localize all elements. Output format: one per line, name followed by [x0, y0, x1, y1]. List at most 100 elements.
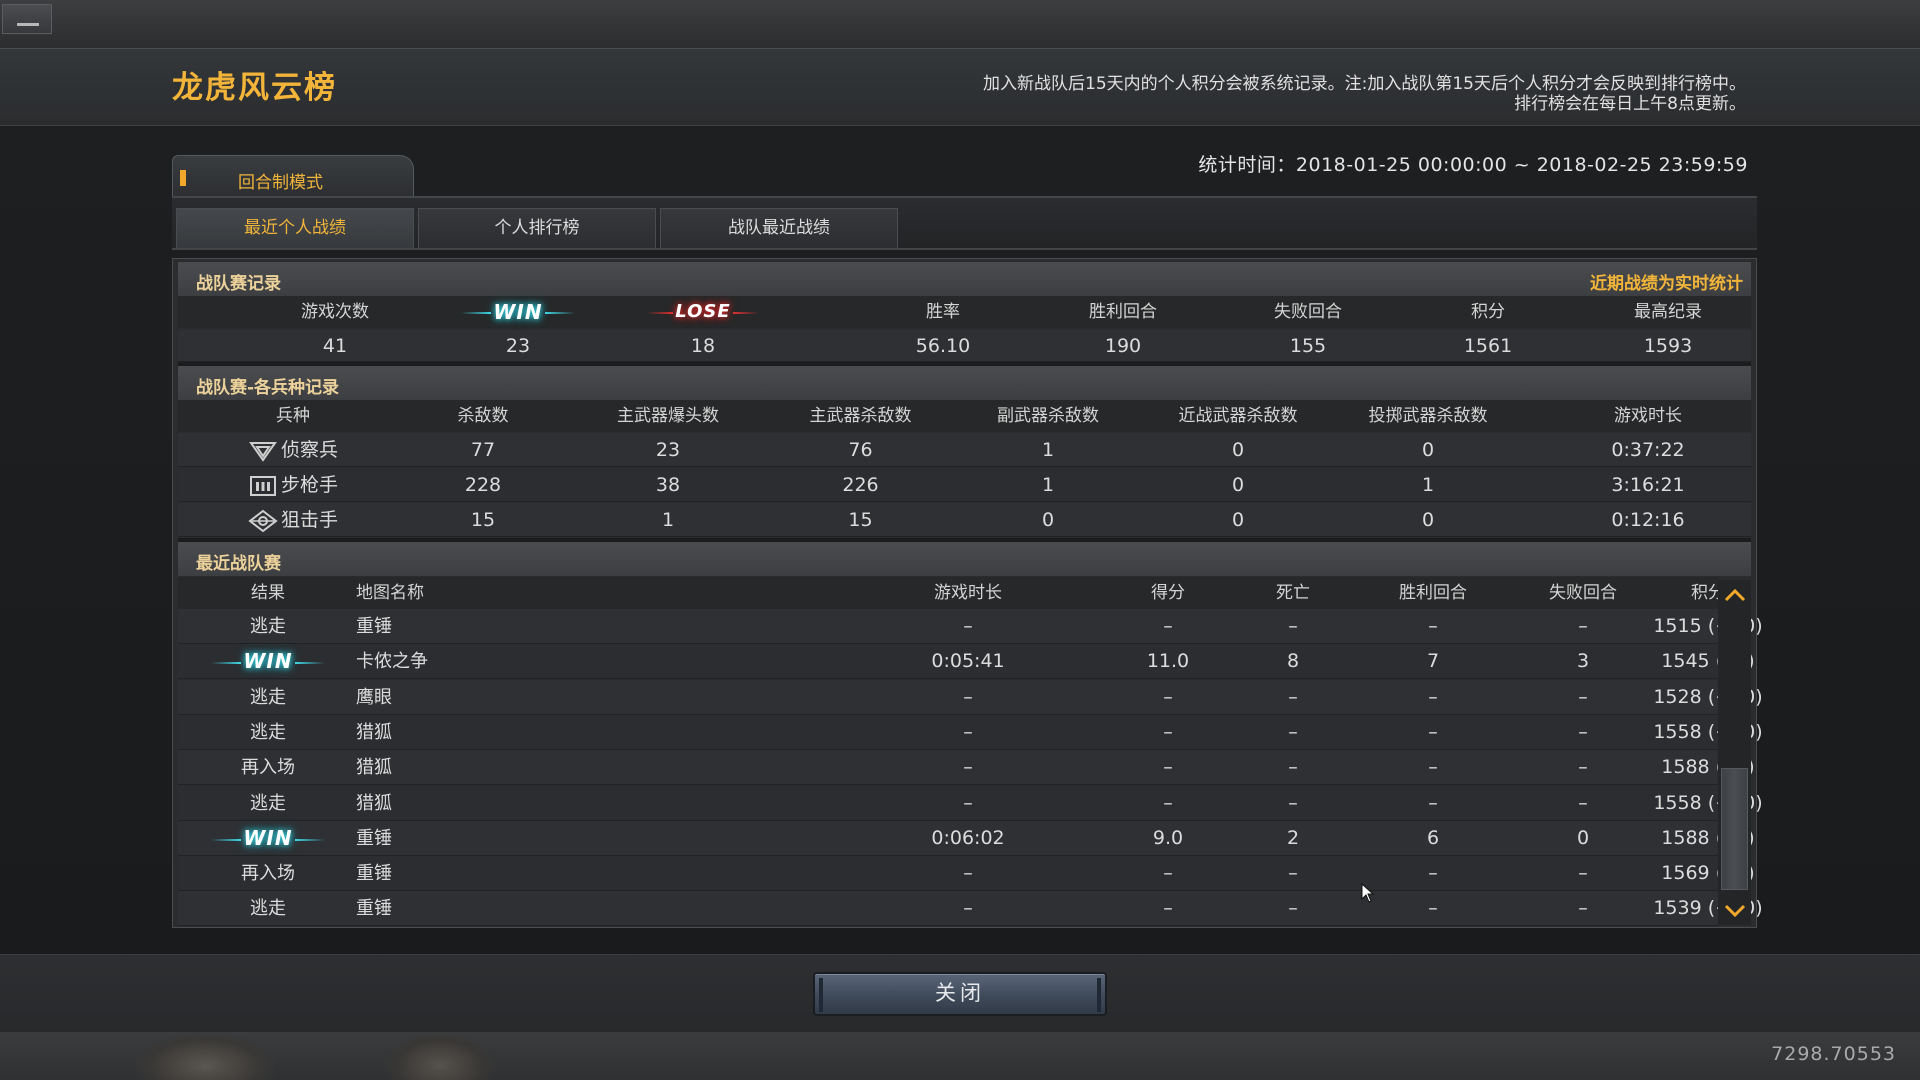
table-cell: –: [1163, 615, 1173, 637]
character-art-decoration: [135, 1032, 275, 1080]
table-cell: 76: [848, 439, 873, 461]
table-cell: 2: [1286, 827, 1300, 849]
table-cell: –: [1163, 756, 1173, 778]
table-row: WIN 重锤 0:06:02 9.0 2 6 0 1588 (19): [178, 821, 1755, 856]
value-best: 1593: [1643, 335, 1693, 357]
value-win-rounds: 190: [1104, 335, 1142, 357]
tab-team-recent[interactable]: 战队最近战绩: [660, 208, 898, 248]
result-cell: WIN: [208, 644, 328, 679]
table-row: 逃走 猎狐 – – – – –1558 (−30): [178, 786, 1763, 821]
notice-line: 加入新战队后15天内的个人积分会被系统记录。注:加入战队第15天后个人积分才会反…: [983, 74, 1746, 94]
section-header-record: 战队赛记录 近期战绩为实时统计: [178, 262, 1751, 296]
value-wins: 23: [505, 335, 531, 357]
map-name: 重锤: [356, 828, 392, 849]
table-cell: 15: [848, 509, 873, 531]
table-cell: 0:06:02: [931, 827, 1005, 849]
col-class: 兵种: [276, 406, 310, 426]
col-games: 游戏次数: [301, 302, 369, 322]
table-cell: 0:05:41: [931, 650, 1005, 672]
scrollbar-thumb[interactable]: [1721, 768, 1748, 890]
col-lose: LOSE: [633, 296, 773, 328]
recent-header-row: 结果 地图名称 游戏时长 得分 死亡 胜利回合 失败回合 积分: [178, 577, 1725, 609]
class-header-row: 兵种 杀敌数 主武器爆头数 主武器杀敌数 副武器杀敌数 近战武器杀敌数 投掷武器…: [178, 400, 1751, 432]
table-cell: 1545 (17): [1661, 650, 1755, 672]
win-badge: WIN: [461, 296, 576, 328]
mode-tab-label: 回合制模式: [238, 173, 323, 193]
table-cell: –: [1163, 686, 1173, 708]
result-cell: 逃走: [250, 898, 286, 919]
notice-text: 加入新战队后15天内的个人积分会被系统记录。注:加入战队第15天后个人积分才会反…: [983, 74, 1746, 114]
table-cell: 1528 (−30): [1653, 686, 1763, 708]
scout-icon: [248, 439, 278, 463]
table-row: 逃走 猎狐 – – – – –1558 (−30): [178, 715, 1763, 750]
table-cell: 1539 (−30): [1653, 897, 1763, 919]
chevron-down-icon: [1724, 904, 1746, 918]
table-cell: 15: [470, 509, 496, 531]
col-win-rounds: 胜利回合: [1399, 583, 1467, 603]
table-cell: 228: [464, 474, 502, 496]
col-lose-rounds: 失败回合: [1274, 302, 1342, 322]
lose-badge: LOSE: [647, 296, 760, 328]
col-best: 最高纪录: [1634, 302, 1702, 322]
col-throw-kills: 投掷武器杀敌数: [1368, 406, 1488, 426]
col-deaths: 死亡: [1276, 583, 1310, 603]
table-cell: 1: [1041, 439, 1055, 461]
table-cell: –: [1288, 615, 1298, 637]
col-win: WIN: [448, 296, 588, 328]
table-cell: –: [963, 756, 973, 778]
table-cell: 1: [1041, 474, 1055, 496]
map-name: 重锤: [356, 898, 392, 919]
map-name: 卡侬之争: [356, 651, 428, 672]
map-name: 猎狐: [356, 793, 392, 814]
col-result: 结果: [251, 583, 285, 603]
table-cell: –: [1428, 792, 1438, 814]
section-title: 最近战队赛: [196, 554, 281, 574]
tab-recent-personal[interactable]: 最近个人战绩: [176, 208, 414, 248]
character-art-decoration: [385, 1032, 495, 1080]
table-cell: –: [1428, 897, 1438, 919]
class-row-scout: 侦察兵 77 23 76 1 0 0 0:37:22: [178, 433, 1751, 467]
scroll-down-button[interactable]: [1720, 896, 1750, 924]
col-score: 得分: [1151, 583, 1185, 603]
table-cell: 11.0: [1146, 650, 1190, 672]
table-cell: –: [963, 792, 973, 814]
map-name: 重锤: [356, 616, 392, 637]
win-badge: WIN: [211, 821, 326, 856]
class-name: 狙击手: [218, 503, 368, 537]
value-lose-rounds: 155: [1289, 335, 1327, 357]
class-label: 狙击手: [280, 509, 338, 531]
table-row: 逃走 重锤 – – – – –1539 (−30): [178, 891, 1763, 926]
mode-tab-round[interactable]: 回合制模式: [172, 155, 414, 197]
col-points: 积分: [1691, 583, 1725, 603]
table-cell: –: [1428, 756, 1438, 778]
minimize-button[interactable]: [2, 4, 52, 34]
realtime-note: 近期战绩为实时统计: [1590, 274, 1743, 294]
col-map: 地图名称: [356, 583, 424, 603]
result-cell: WIN: [208, 821, 328, 856]
section-header-class: 战队赛-各兵种记录: [178, 366, 1751, 400]
table-cell: –: [1428, 615, 1438, 637]
table-cell: 1515 (−30): [1653, 615, 1763, 637]
table-cell: 0: [1231, 509, 1245, 531]
sub-tab-bar: 最近个人战绩 个人排行榜 战队最近战绩: [172, 196, 1757, 250]
table-cell: 0: [1421, 509, 1435, 531]
scroll-up-button[interactable]: [1720, 582, 1750, 610]
table-cell: 226: [842, 474, 879, 496]
tab-personal-ranking[interactable]: 个人排行榜: [418, 208, 656, 248]
table-cell: –: [1288, 756, 1298, 778]
map-name: 猎狐: [356, 722, 392, 743]
table-cell: 1: [661, 509, 675, 531]
class-label: 侦察兵: [280, 439, 338, 461]
table-cell: 0:12:16: [1611, 509, 1685, 531]
value-winrate: 56.10: [915, 335, 971, 357]
result-cell: 再入场: [241, 757, 295, 778]
result-cell: 逃走: [250, 722, 286, 743]
table-cell: 0: [1231, 474, 1245, 496]
close-button[interactable]: 关闭: [813, 972, 1107, 1016]
col-playtime: 游戏时长: [1614, 406, 1682, 426]
class-label: 步枪手: [280, 474, 338, 496]
chevron-up-icon: [1724, 588, 1746, 602]
col-melee-kills: 近战武器杀敌数: [1178, 406, 1298, 426]
map-name: 重锤: [356, 863, 392, 884]
table-cell: –: [1288, 721, 1298, 743]
